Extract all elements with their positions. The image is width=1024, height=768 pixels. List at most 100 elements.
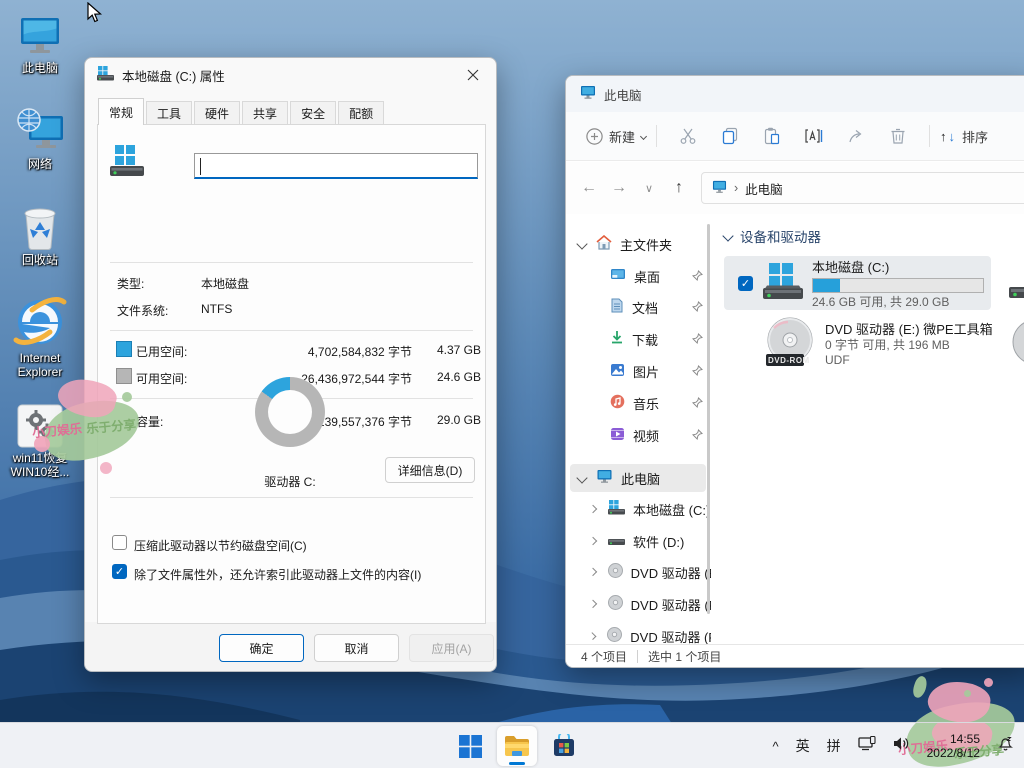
sort-button[interactable]: ↑ ↓ 排序 [940,127,988,146]
rename-icon [804,127,824,145]
ok-button[interactable]: 确定 [219,634,304,662]
explorer-tab-title[interactable]: 此电脑 [604,85,642,104]
notification-bell-icon[interactable] [997,735,1014,757]
sidebar-item-downloads[interactable]: 下载 [566,324,711,354]
compress-checkbox[interactable] [112,535,127,550]
desktop-icon-label: 回收站 [2,253,78,267]
drive-tile-partial[interactable] [1009,262,1024,298]
network-icon[interactable] [858,736,876,757]
forward-icon[interactable]: → [604,179,634,197]
copy-button[interactable] [709,127,751,145]
ime-pinyin-button[interactable]: 拼 [827,736,841,756]
drive-tile-c[interactable]: ✓ 本地磁盘 (C:) 24.6 GB 可用, 共 29.0 GB [724,256,991,310]
dvd-rom-icon: DVD-ROM [764,316,816,371]
text-caret [200,158,201,175]
address-bar[interactable]: › 此电脑 [701,172,1024,204]
hidden-icons-chevron[interactable]: ^ [773,739,779,754]
up-icon[interactable]: ↑ [664,179,694,197]
chevron-right-icon[interactable] [589,568,597,576]
tab-sharing[interactable]: 共享 [242,101,288,125]
internet-explorer-icon [2,292,78,348]
compress-checkbox-label[interactable]: 压缩此驱动器以节约磁盘空间(C) [134,537,307,554]
tile-checkbox[interactable]: ✓ [738,276,753,291]
sidebar-item-desktop[interactable]: 桌面 [566,261,711,291]
sidebar-item-videos[interactable]: 视频 [566,420,711,450]
back-icon[interactable]: ← [574,179,604,197]
desktop-icon-recycle-bin[interactable]: 回收站 [2,204,78,267]
share-button[interactable] [835,127,877,145]
capacity-size: 29.0 GB [418,413,481,427]
new-button[interactable]: 新建 [586,127,646,146]
volume-name-input[interactable] [194,153,478,179]
type-value: 本地磁盘 [201,275,249,292]
taskbar-center-icons [453,723,581,768]
chevron-right-icon[interactable] [589,537,597,545]
chevron-right-icon[interactable] [589,632,597,640]
used-space-size: 4.37 GB [418,343,481,357]
delete-button[interactable] [877,127,919,145]
copy-icon [721,127,739,145]
used-space-bytes: 4,702,584,832 字节 [258,343,412,360]
desktop-icon-this-pc[interactable]: 此电脑 [2,12,78,75]
pin-icon [692,269,703,284]
local-disk-icon [763,263,803,303]
sidebar-item-this-pc[interactable]: 此电脑 [566,463,711,493]
history-chevron-icon[interactable]: ∨ [634,182,664,195]
divider [110,262,473,263]
sidebar-item-home[interactable]: 主文件夹 [566,229,711,259]
cut-icon [679,127,697,145]
desktop-icon-internet-explorer[interactable]: Internet Explorer [2,292,78,379]
drive-caption: 驱动器 C: [235,473,345,490]
close-button[interactable] [450,59,495,91]
windows-logo-icon [459,735,482,758]
group-header-label: 设备和驱动器 [740,226,821,246]
volume-icon[interactable] [893,736,910,756]
taskbar-file-explorer[interactable] [497,726,537,766]
network-icon [2,108,78,154]
pin-icon [692,300,703,315]
chevron-right-icon[interactable] [589,600,597,608]
cut-button[interactable] [667,127,709,145]
drive-tile-partial[interactable] [1009,318,1024,368]
sidebar-item-disk-c[interactable]: 本地磁盘 (C:) [566,494,711,524]
drive-tile-dvd-e[interactable]: DVD-ROM DVD 驱动器 (E:) 微PE工具箱 0 字节 可用, 共 1… [724,316,991,370]
details-button[interactable]: 详细信息(D) [385,457,475,483]
free-space-size: 24.6 GB [418,370,481,384]
capacity-donut [255,377,325,447]
this-pc-icon [596,469,613,487]
group-header-devices[interactable]: 设备和驱动器 [724,226,821,246]
sidebar-item-pictures[interactable]: 图片 [566,356,711,386]
tab-general[interactable]: 常规 [98,98,144,125]
index-checkbox-label[interactable]: 除了文件属性外，还允许索引此驱动器上文件的内容(I) [134,566,421,583]
cancel-button[interactable]: 取消 [314,634,399,662]
apply-button[interactable]: 应用(A) [409,634,494,662]
sidebar-item-dvd-e[interactable]: DVD 驱动器 (E [566,557,711,587]
sidebar-item-dvd-f[interactable]: DVD 驱动器 (F [566,589,711,619]
tab-hardware[interactable]: 硬件 [194,101,240,125]
ime-language-button[interactable]: 英 [796,736,810,756]
local-disk-icon [608,500,625,518]
dialog-title: 本地磁盘 (C:) 属性 [122,66,225,85]
taskbar-microsoft-store[interactable] [547,726,581,766]
sidebar-item-music[interactable]: 音乐 [566,388,711,418]
rename-button[interactable] [793,127,835,145]
sidebar-item-disk-d[interactable]: 软件 (D:) [566,526,711,556]
breadcrumb-this-pc[interactable]: 此电脑 [745,179,783,198]
videos-icon [610,427,625,444]
chevron-right-icon[interactable] [589,505,597,513]
sort-button-label: 排序 [962,127,988,146]
type-label: 类型: [117,275,144,292]
sidebar-item-documents[interactable]: 文档 [566,292,711,322]
desktop-icon-network[interactable]: 网络 [2,108,78,171]
desktop-icon-win11-restore[interactable]: win11恢复 WIN10经... [2,402,78,479]
paste-button[interactable] [751,127,793,145]
index-checkbox[interactable]: ✓ [112,564,127,579]
plus-circle-icon [586,128,603,145]
used-space-label: 已用空间: [136,343,187,360]
tab-tools[interactable]: 工具 [146,101,192,125]
taskbar-clock[interactable]: 14:55 2022/8/12 [927,732,980,760]
tab-security[interactable]: 安全 [290,101,336,125]
start-button[interactable] [453,726,487,766]
tab-quota[interactable]: 配额 [338,101,384,125]
sidebar-scrollbar[interactable] [707,224,710,614]
